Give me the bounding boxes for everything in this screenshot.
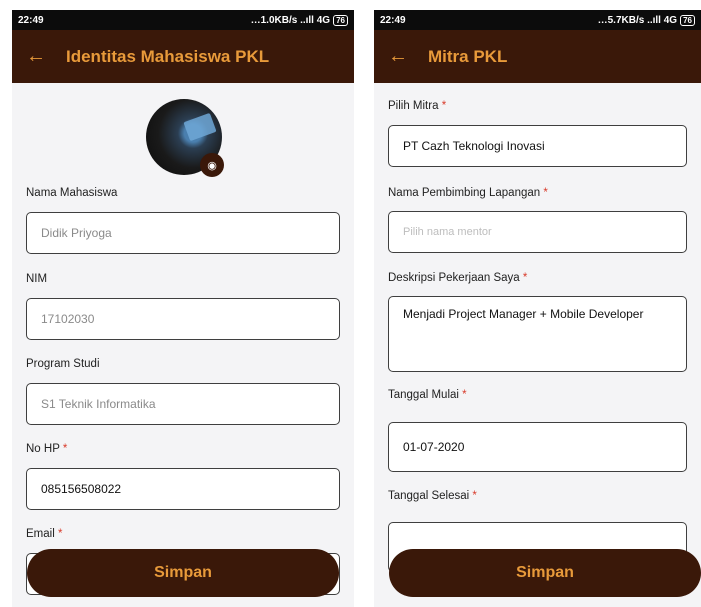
no-hp-field[interactable]: 085156508022 xyxy=(26,468,340,510)
label-nim: NIM xyxy=(26,273,48,285)
identitas-screen: 22:49 …1.0KB/s ..ıll 4G 76 ← Identitas M… xyxy=(12,10,354,607)
camera-icon[interactable]: ◉ xyxy=(200,153,224,177)
app-bar: ← Identitas Mahasiswa PKL xyxy=(12,30,354,83)
label-deskripsi-pekerjaan: Deskripsi Pekerjaan Saya * xyxy=(388,272,528,284)
label-pilih-mitra: Pilih Mitra * xyxy=(388,100,447,112)
status-time: 22:49 xyxy=(380,14,406,26)
page-title: Mitra PKL xyxy=(428,46,508,66)
battery-icon: 76 xyxy=(333,14,348,26)
mitra-screen: 22:49 …5.7KB/s ..ıll 4G 76 ← Mitra PKL P… xyxy=(374,10,701,607)
status-bar: 22:49 …1.0KB/s ..ıll 4G 76 xyxy=(12,10,354,30)
label-tanggal-mulai: Tanggal Mulai * xyxy=(388,389,467,401)
profile-photo[interactable]: ◉ xyxy=(146,99,224,177)
save-button[interactable]: Simpan xyxy=(389,549,701,597)
page-title: Identitas Mahasiswa PKL xyxy=(66,46,270,66)
tanggal-mulai-field[interactable]: 01-07-2020 xyxy=(388,422,687,472)
nama-pembimbing-field[interactable]: Pilih nama mentor xyxy=(388,211,687,253)
network-status: …5.7KB/s ..ıll 4G xyxy=(597,14,678,26)
label-nama-pembimbing: Nama Pembimbing Lapangan * xyxy=(388,187,548,199)
nim-field[interactable]: 17102030 xyxy=(26,298,340,340)
pilih-mitra-select[interactable]: PT Cazh Teknologi Inovasi xyxy=(388,125,687,167)
label-program-studi: Program Studi xyxy=(26,358,100,370)
label-email: Email * xyxy=(26,528,63,540)
form-content: ◉ Nama Mahasiswa Didik Priyoga NIM 17102… xyxy=(12,83,354,607)
status-bar: 22:49 …5.7KB/s ..ıll 4G 76 xyxy=(374,10,701,30)
back-arrow-icon[interactable]: ← xyxy=(26,45,66,68)
battery-icon: 76 xyxy=(680,14,695,26)
form-content: Pilih Mitra * PT Cazh Teknologi Inovasi … xyxy=(374,83,701,607)
network-status: …1.0KB/s ..ıll 4G xyxy=(250,14,331,26)
nama-mahasiswa-field[interactable]: Didik Priyoga xyxy=(26,212,340,254)
back-arrow-icon[interactable]: ← xyxy=(388,45,428,68)
save-button[interactable]: Simpan xyxy=(27,549,339,597)
app-bar: ← Mitra PKL xyxy=(374,30,701,83)
deskripsi-pekerjaan-textarea[interactable]: Menjadi Project Manager + Mobile Develop… xyxy=(388,296,687,372)
status-time: 22:49 xyxy=(18,14,44,26)
label-tanggal-selesai: Tanggal Selesai * xyxy=(388,490,477,502)
program-studi-field[interactable]: S1 Teknik Informatika xyxy=(26,383,340,425)
label-no-hp: No HP * xyxy=(26,443,68,455)
label-nama-mahasiswa: Nama Mahasiswa xyxy=(26,187,118,199)
